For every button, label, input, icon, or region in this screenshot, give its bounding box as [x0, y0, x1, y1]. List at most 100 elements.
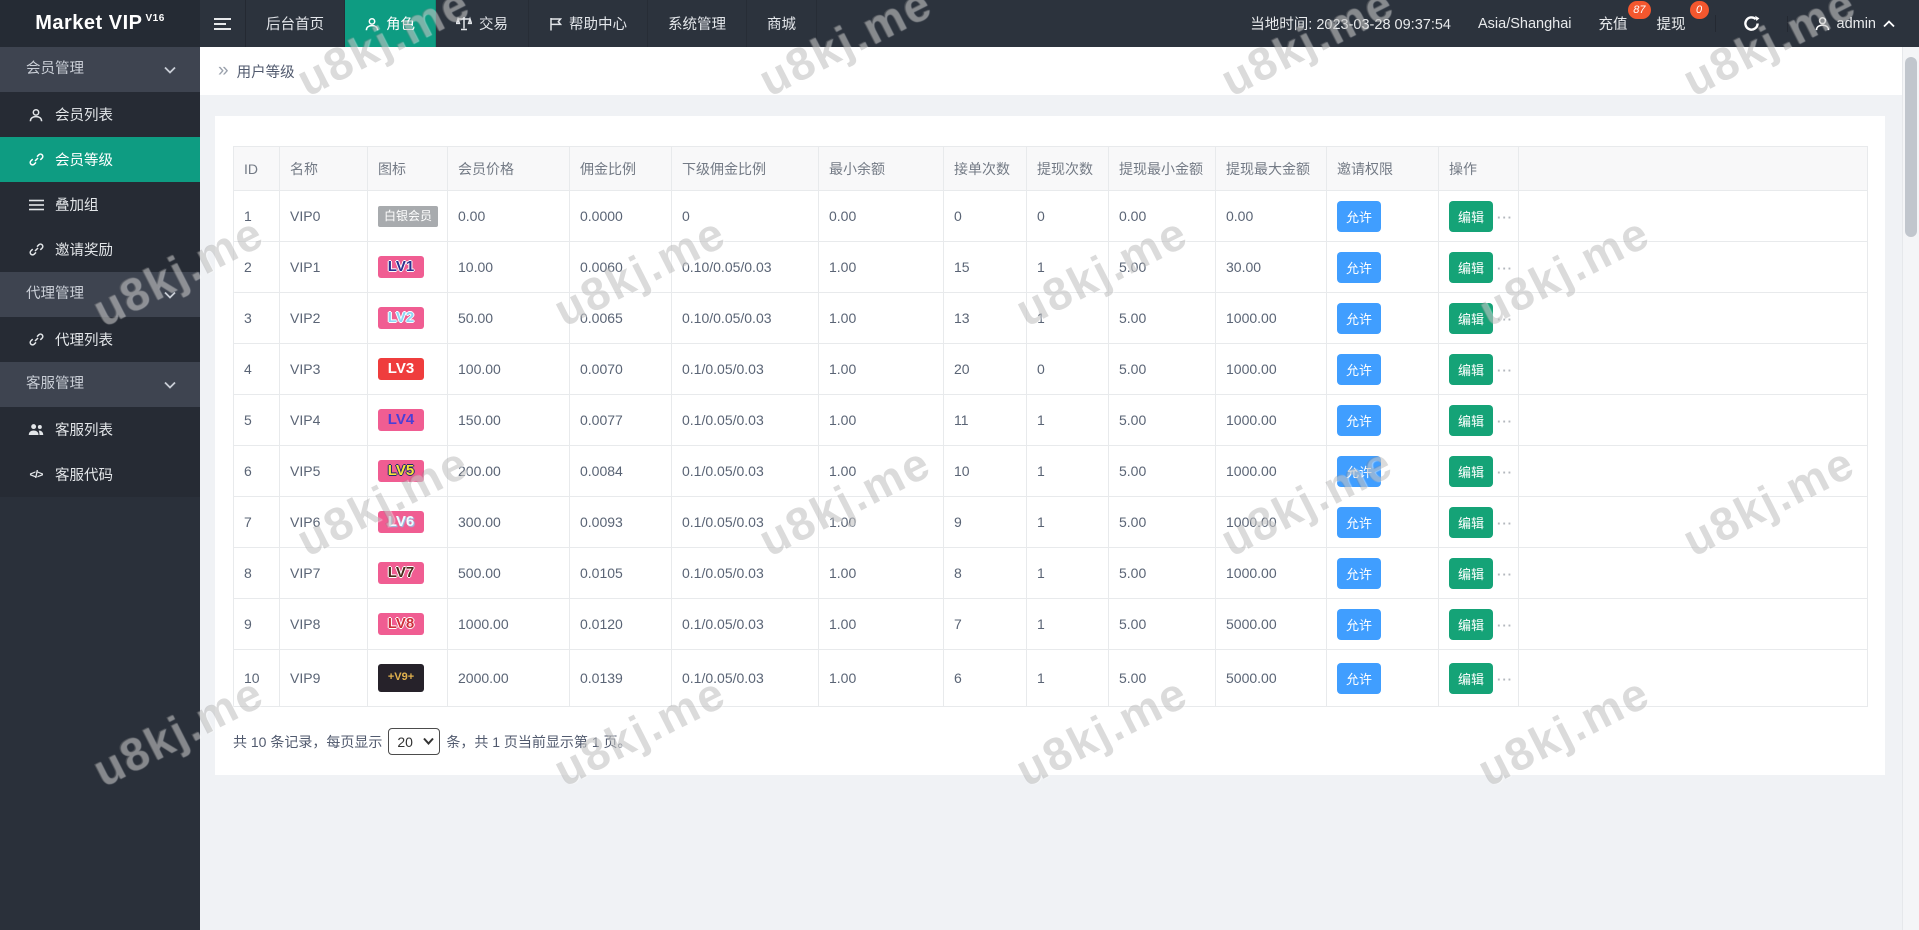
allow-button[interactable]: 允许 — [1337, 354, 1381, 385]
sidebar-item-member-list[interactable]: 会员列表 — [0, 92, 200, 137]
top-navbar: Market VIPV16 后台首页角色交易帮助中心系统管理商城 当地时间: 2… — [0, 0, 1919, 47]
withdraw-label: 提现 — [1657, 17, 1686, 33]
cell-name: VIP5 — [280, 446, 368, 497]
edit-button[interactable]: 编辑 — [1449, 354, 1493, 385]
navbar-right: 当地时间: 2023-03-28 09:37:54 Asia/Shanghai … — [1250, 0, 1919, 47]
cell-price: 500.00 — [448, 548, 570, 599]
cell-withdraw-min: 5.00 — [1109, 395, 1216, 446]
table-row: 8VIP7LV7500.000.01050.1/0.05/0.031.00815… — [234, 548, 1868, 599]
sidebar-group-label: 客服管理 — [26, 362, 84, 407]
more-actions-dots[interactable]: ··· — [1497, 516, 1513, 531]
more-actions-dots[interactable]: ··· — [1497, 312, 1513, 327]
edit-button[interactable]: 编辑 — [1449, 456, 1493, 487]
cell-withdraw-times: 1 — [1027, 599, 1109, 650]
nav-tab-label: 交易 — [479, 13, 508, 34]
nav-tab-system[interactable]: 系统管理 — [648, 0, 747, 47]
cell-orders: 20 — [944, 344, 1027, 395]
recharge-button[interactable]: 充值 87 — [1599, 13, 1630, 34]
more-actions-dots[interactable]: ··· — [1497, 618, 1513, 633]
cell-withdraw-min: 5.00 — [1109, 650, 1216, 707]
sidebar-group-service[interactable]: 客服管理 — [0, 362, 200, 407]
cell-actions: 编辑 ··· — [1439, 395, 1519, 446]
edit-button[interactable]: 编辑 — [1449, 405, 1493, 436]
edit-button[interactable]: 编辑 — [1449, 558, 1493, 589]
cell-icon: LV5 — [368, 446, 448, 497]
sidebar-item-label: 邀请奖励 — [55, 239, 113, 260]
cell-orders: 7 — [944, 599, 1027, 650]
scrollbar-thumb[interactable] — [1905, 57, 1917, 237]
column-header-3: 会员价格 — [448, 147, 570, 191]
sidebar-item-agent-list[interactable]: 代理列表 — [0, 317, 200, 362]
edit-button[interactable]: 编辑 — [1449, 201, 1493, 232]
cell-sub-commission: 0.1/0.05/0.03 — [672, 548, 819, 599]
cell-withdraw-max: 1000.00 — [1216, 344, 1327, 395]
more-actions-dots[interactable]: ··· — [1497, 363, 1513, 378]
pagination: 共 10 条记录，每页显示 20 条，共 1 页当前显示第 1 页。 — [233, 728, 1867, 755]
nav-tab-help[interactable]: 帮助中心 — [529, 0, 648, 47]
cell-invite-permission: 允许 — [1327, 242, 1439, 293]
cell-orders: 0 — [944, 191, 1027, 242]
nav-tab-label: 后台首页 — [266, 13, 324, 34]
level-badge: LV5 — [378, 460, 424, 483]
allow-button[interactable]: 允许 — [1337, 405, 1381, 436]
nav-tab-mall[interactable]: 商城 — [747, 0, 817, 47]
edit-button[interactable]: 编辑 — [1449, 663, 1493, 694]
withdraw-button[interactable]: 提现 0 — [1657, 13, 1688, 34]
cell-withdraw-max: 1000.00 — [1216, 548, 1327, 599]
more-actions-dots[interactable]: ··· — [1497, 672, 1513, 687]
cell-withdraw-max: 1000.00 — [1216, 446, 1327, 497]
cell-withdraw-max: 5000.00 — [1216, 599, 1327, 650]
cell-withdraw-times: 1 — [1027, 548, 1109, 599]
nav-tab-dashboard[interactable]: 后台首页 — [246, 0, 345, 47]
vertical-scrollbar[interactable] — [1902, 47, 1919, 930]
edit-button[interactable]: 编辑 — [1449, 252, 1493, 283]
sidebar-item-service-code[interactable]: </>客服代码 — [0, 452, 200, 497]
allow-button[interactable]: 允许 — [1337, 201, 1381, 232]
edit-button[interactable]: 编辑 — [1449, 303, 1493, 334]
sidebar-toggle-button[interactable] — [200, 0, 246, 47]
cell-sub-commission: 0.10/0.05/0.03 — [672, 293, 819, 344]
cell-invite-permission: 允许 — [1327, 548, 1439, 599]
allow-button[interactable]: 允许 — [1337, 252, 1381, 283]
page-size-select[interactable]: 20 — [388, 728, 440, 755]
nav-tab-label: 角色 — [386, 13, 415, 34]
nav-tab-trade[interactable]: 交易 — [436, 0, 529, 47]
sidebar-item-member-level[interactable]: 会员等级 — [0, 137, 200, 182]
more-actions-dots[interactable]: ··· — [1497, 210, 1513, 225]
edit-button[interactable]: 编辑 — [1449, 507, 1493, 538]
allow-button[interactable]: 允许 — [1337, 663, 1381, 694]
sidebar-item-label: 客服列表 — [55, 419, 113, 440]
edit-button[interactable]: 编辑 — [1449, 609, 1493, 640]
cell-invite-permission: 允许 — [1327, 599, 1439, 650]
sidebar-group-member[interactable]: 会员管理 — [0, 47, 200, 92]
allow-button[interactable]: 允许 — [1337, 507, 1381, 538]
cell-min-balance: 1.00 — [819, 497, 944, 548]
cell-sub-commission: 0.1/0.05/0.03 — [672, 395, 819, 446]
more-actions-dots[interactable]: ··· — [1497, 567, 1513, 582]
nav-tab-label: 商城 — [767, 13, 796, 34]
cell-invite-permission: 允许 — [1327, 191, 1439, 242]
sidebar-item-service-list[interactable]: 客服列表 — [0, 407, 200, 452]
local-time-label: 当地时间: 2023-03-28 09:37:54 — [1250, 13, 1451, 34]
allow-button[interactable]: 允许 — [1337, 558, 1381, 589]
cell-invite-permission: 允许 — [1327, 293, 1439, 344]
nav-tab-roles[interactable]: 角色 — [345, 0, 436, 47]
refresh-button[interactable] — [1715, 15, 1760, 32]
cell-id: 6 — [234, 446, 280, 497]
username-label: admin — [1837, 16, 1877, 32]
more-actions-dots[interactable]: ··· — [1497, 414, 1513, 429]
sidebar-item-invite-reward[interactable]: 邀请奖励 — [0, 227, 200, 272]
cell-withdraw-max: 1000.00 — [1216, 395, 1327, 446]
cell-withdraw-min: 5.00 — [1109, 344, 1216, 395]
more-actions-dots[interactable]: ··· — [1497, 261, 1513, 276]
sidebar-item-stack-group[interactable]: 叠加组 — [0, 182, 200, 227]
allow-button[interactable]: 允许 — [1337, 303, 1381, 334]
sidebar-group-agent[interactable]: 代理管理 — [0, 272, 200, 317]
code-icon: </> — [28, 469, 44, 481]
user-menu[interactable]: admin — [1787, 16, 1896, 32]
more-actions-dots[interactable]: ··· — [1497, 465, 1513, 480]
cell-orders: 11 — [944, 395, 1027, 446]
allow-button[interactable]: 允许 — [1337, 456, 1381, 487]
allow-button[interactable]: 允许 — [1337, 609, 1381, 640]
cell-sub-commission: 0.1/0.05/0.03 — [672, 650, 819, 707]
